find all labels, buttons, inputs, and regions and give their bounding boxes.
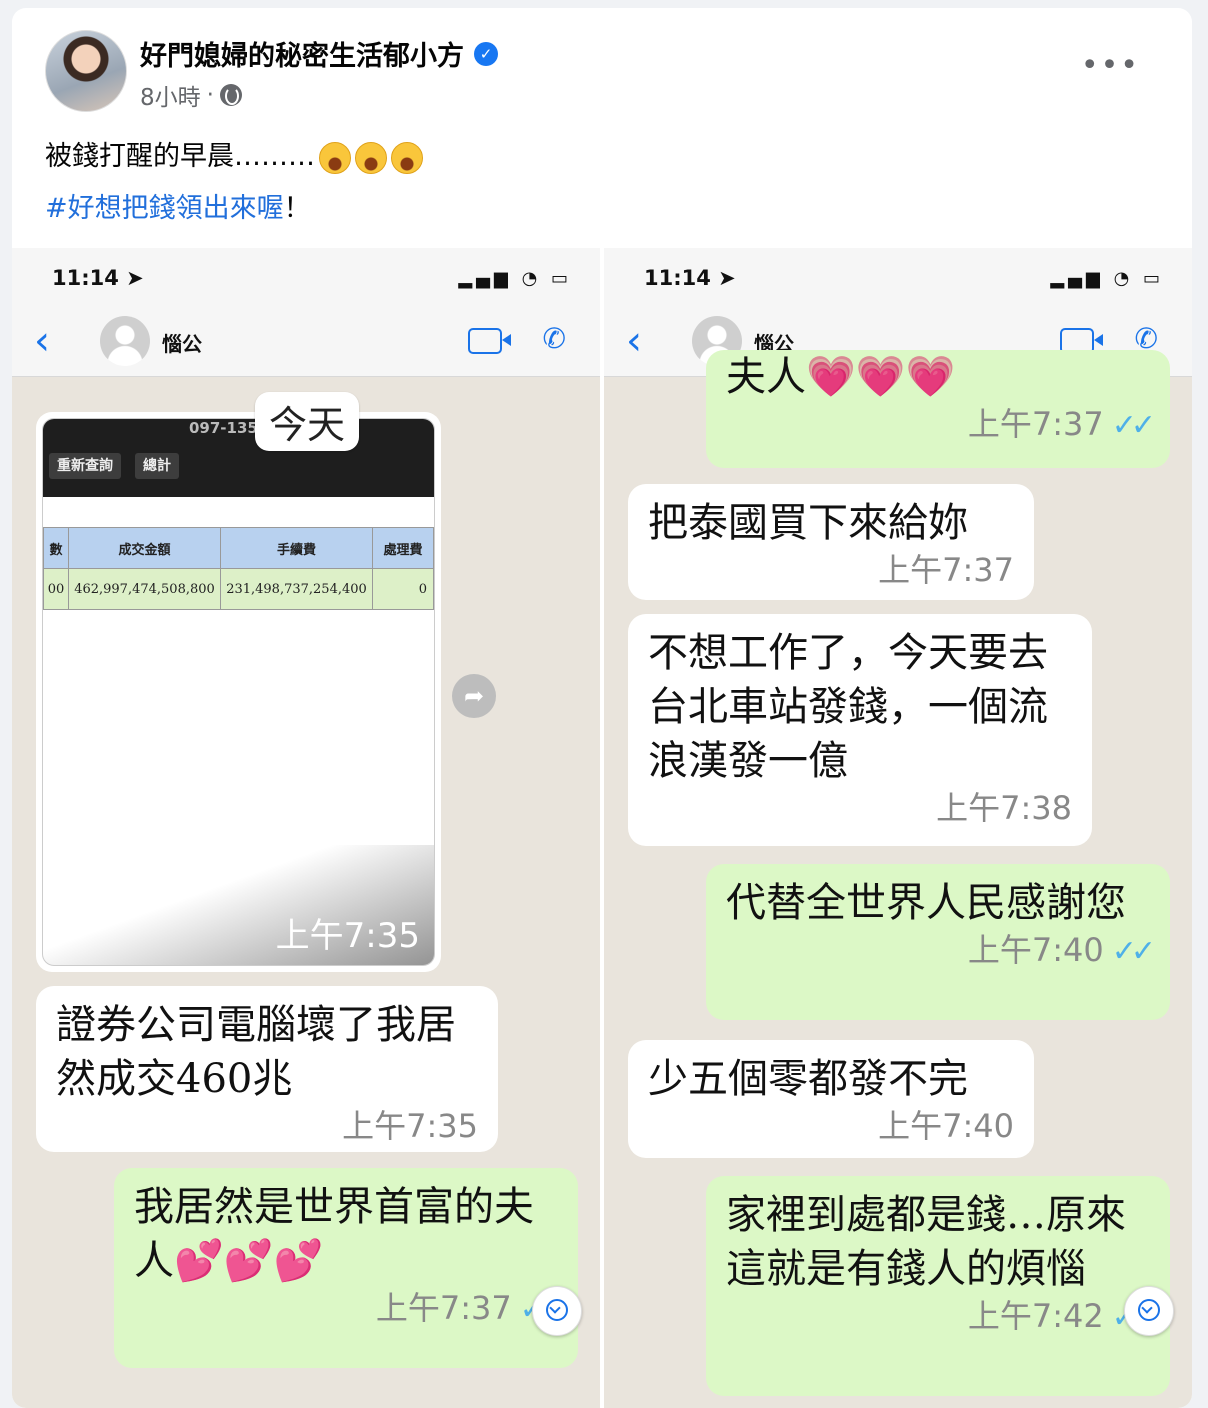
table-cell: 462,997,474,508,800 bbox=[68, 568, 221, 610]
message-time: 上午7:37 bbox=[967, 405, 1104, 443]
globe-icon[interactable] bbox=[219, 84, 242, 106]
table-cell: 0 bbox=[372, 568, 434, 610]
image-message[interactable]: 097-135 重新查詢 總計 數 成交金額 手續費 處理費 00 462,99… bbox=[36, 412, 441, 972]
more-options-icon[interactable]: ••• bbox=[1081, 48, 1140, 83]
chat-navbar: ‹ 惱公 ✆ bbox=[12, 310, 600, 377]
laughing-emoji-icon bbox=[319, 141, 351, 174]
status-time: 11:14 ➤ bbox=[52, 266, 144, 290]
trade-table: 數 成交金額 手續費 處理費 00 462,997,474,508,800 23… bbox=[43, 527, 434, 610]
brokerage-screenshot: 097-135 重新查詢 總計 數 成交金額 手續費 處理費 00 462,99… bbox=[42, 418, 435, 966]
message-time: 上午7:40 bbox=[967, 931, 1104, 969]
post-card: 好門媳婦的秘密生活郁小方 ✓ 8小時 · ••• 被錢打醒的早晨……… #好想把… bbox=[12, 8, 1192, 1408]
forward-icon[interactable]: ➦ bbox=[452, 674, 496, 718]
status-bar: 11:14 ➤ ▂▄▆ ◔ ▭ bbox=[604, 248, 1192, 310]
post-text-line2: #好想把錢領出來喔！ bbox=[45, 186, 311, 225]
post-header: 好門媳婦的秘密生活郁小方 ✓ 8小時 · ••• 被錢打醒的早晨……… #好想把… bbox=[12, 8, 1192, 248]
account-number: 097-135 bbox=[189, 419, 258, 437]
message-text: 我居然是世界首富的夫人💕💕💕 bbox=[134, 1184, 534, 1284]
contact-name[interactable]: 惱公 bbox=[162, 328, 202, 357]
hashtag-suffix: ！ bbox=[283, 193, 311, 224]
message-time: 上午7:37 bbox=[878, 551, 1014, 589]
app-toolbar: 097-135 重新查詢 總計 bbox=[43, 419, 434, 497]
post-text: 被錢打醒的早晨……… bbox=[45, 141, 315, 172]
message-text: 家裡到處都是錢…原來這就是有錢人的煩惱 bbox=[726, 1192, 1126, 1292]
requery-button: 重新查詢 bbox=[49, 453, 121, 479]
message-bubble-incoming[interactable]: 把泰國買下來給妳 上午7:37 bbox=[628, 484, 1034, 600]
post-time[interactable]: 8小時 bbox=[140, 78, 201, 112]
chat-area: 097-135 重新查詢 總計 數 成交金額 手續費 處理費 00 462,99… bbox=[12, 376, 600, 1408]
laughing-emoji-icon bbox=[355, 141, 387, 174]
message-time: 上午7:38 bbox=[936, 789, 1072, 827]
contact-avatar[interactable] bbox=[100, 316, 150, 366]
message-time-row: 上午7:42✓✓ bbox=[726, 1296, 1156, 1338]
table-cell: 231,498,737,254,400 bbox=[220, 568, 373, 610]
message-bubble-outgoing[interactable]: 家裡到處都是錢…原來這就是有錢人的煩惱 上午7:42✓✓ bbox=[706, 1176, 1170, 1396]
verified-badge-icon: ✓ bbox=[474, 41, 498, 66]
author-avatar[interactable] bbox=[45, 30, 127, 112]
status-bar: 11:14 ➤ ▂▄▆ ◔ ▭ bbox=[12, 248, 600, 310]
message-time-row: 上午7:37✓✓ bbox=[134, 1288, 564, 1330]
post-images[interactable]: 11:14 ➤ ▂▄▆ ◔ ▭ ‹ 惱公 ✆ 097-135 重新查詢 總計 數… bbox=[12, 248, 1192, 1408]
author-name-row[interactable]: 好門媳婦的秘密生活郁小方 ✓ bbox=[140, 34, 498, 73]
message-text: 證券公司電腦壞了我居然成交460兆 bbox=[56, 1002, 456, 1102]
signal-wifi-battery-icon: ▂▄▆ ◔ ▭ bbox=[1050, 268, 1164, 289]
table-header: 處理費 bbox=[372, 527, 434, 569]
back-icon[interactable]: ‹ bbox=[626, 318, 642, 364]
back-icon[interactable]: ‹ bbox=[34, 318, 50, 364]
status-time: 11:14 ➤ bbox=[644, 266, 736, 290]
read-ticks-icon: ✓✓ bbox=[1111, 934, 1156, 969]
post-meta: 8小時 · bbox=[140, 78, 242, 112]
chat-area: 夫人💗💗💗 上午7:37 ✓✓ 把泰國買下來給妳 上午7:37 不想工作了，今天要… bbox=[604, 350, 1192, 1408]
message-time: 上午7:37 bbox=[375, 1289, 512, 1327]
message-time: 上午7:42 bbox=[967, 1297, 1104, 1335]
message-time: 上午7:35 bbox=[342, 1107, 478, 1145]
message-text: 少五個零都發不完 bbox=[648, 1056, 968, 1102]
signal-wifi-battery-icon: ▂▄▆ ◔ ▭ bbox=[458, 268, 572, 289]
scroll-down-button[interactable] bbox=[1124, 1286, 1174, 1336]
laughing-emoji-icon bbox=[391, 141, 423, 174]
chat-screenshot-right[interactable]: 11:14 ➤ ▂▄▆ ◔ ▭ ‹ 惱公 ✆ 夫人💗💗💗 上午7:37 ✓✓ 把泰… bbox=[604, 248, 1192, 1408]
message-bubble-outgoing[interactable]: 夫人💗💗💗 上午7:37 ✓✓ bbox=[706, 350, 1170, 468]
date-badge: 今天 bbox=[255, 392, 360, 451]
message-bubble-incoming[interactable]: 不想工作了，今天要去台北車站發錢，一個流浪漢發一億 上午7:38 bbox=[628, 614, 1092, 846]
message-time: 上午7:35 bbox=[275, 916, 420, 956]
read-ticks-icon: ✓✓ bbox=[1111, 408, 1156, 443]
message-bubble-incoming[interactable]: 證券公司電腦壞了我居然成交460兆 上午7:35 bbox=[36, 986, 498, 1152]
message-text: 代替全世界人民感謝您 bbox=[726, 880, 1126, 926]
table-header: 數 bbox=[43, 527, 69, 569]
table-header: 成交金額 bbox=[68, 527, 221, 569]
message-bubble-outgoing[interactable]: 我居然是世界首富的夫人💕💕💕 上午7:37✓✓ bbox=[114, 1168, 578, 1368]
message-time: 上午7:40 bbox=[878, 1107, 1014, 1145]
message-text: 夫人💗💗💗 bbox=[726, 354, 956, 400]
message-bubble-incoming[interactable]: 少五個零都發不完 上午7:40 bbox=[628, 1040, 1034, 1158]
author-name[interactable]: 好門媳婦的秘密生活郁小方 bbox=[140, 34, 464, 73]
post-text-line1: 被錢打醒的早晨……… bbox=[45, 134, 423, 174]
message-time-row: 上午7:37✓✓ bbox=[726, 404, 1156, 446]
phone-call-icon[interactable]: ✆ bbox=[543, 322, 566, 355]
hashtag-link[interactable]: #好想把錢領出來喔 bbox=[45, 193, 284, 224]
video-call-icon[interactable] bbox=[468, 328, 511, 354]
table-header: 手續費 bbox=[220, 527, 373, 569]
total-button: 總計 bbox=[135, 453, 179, 479]
scroll-down-button[interactable] bbox=[532, 1286, 582, 1336]
table-cell: 00 bbox=[43, 568, 69, 610]
chat-screenshot-left[interactable]: 11:14 ➤ ▂▄▆ ◔ ▭ ‹ 惱公 ✆ 097-135 重新查詢 總計 數… bbox=[12, 248, 600, 1408]
message-bubble-outgoing[interactable]: 代替全世界人民感謝您 上午7:40 ✓✓ bbox=[706, 864, 1170, 1020]
meta-dot: · bbox=[206, 82, 214, 108]
message-text: 把泰國買下來給妳 bbox=[648, 500, 968, 546]
message-time-row: 上午7:40 ✓✓ bbox=[726, 930, 1156, 972]
message-text: 不想工作了，今天要去台北車站發錢，一個流浪漢發一億 bbox=[648, 630, 1048, 784]
